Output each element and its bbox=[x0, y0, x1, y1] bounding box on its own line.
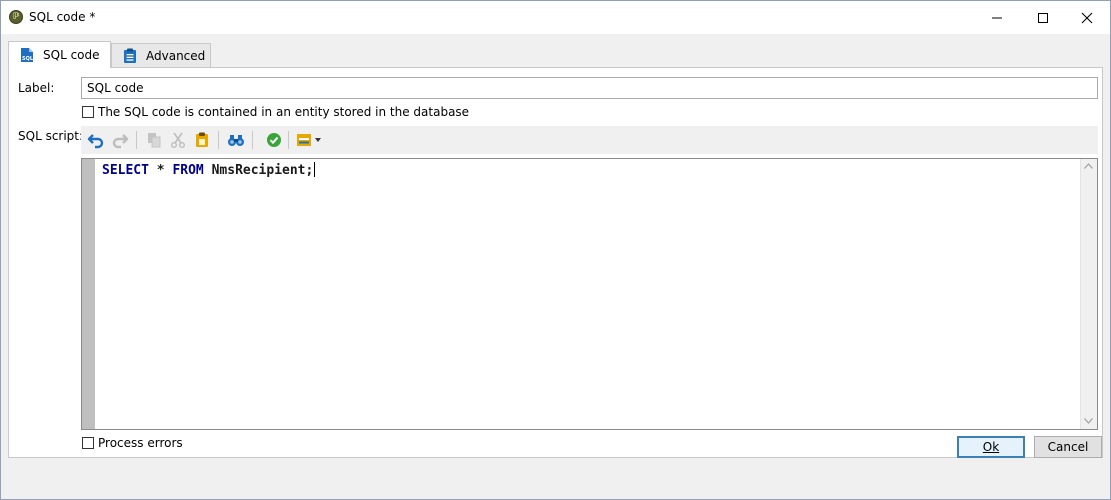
cut-button[interactable] bbox=[167, 129, 189, 151]
close-button[interactable] bbox=[1064, 1, 1110, 34]
sql-editor[interactable]: SELECT * FROM NmsRecipient; bbox=[81, 158, 1098, 430]
toolbar-separator bbox=[136, 131, 137, 149]
paste-button[interactable] bbox=[191, 129, 213, 151]
text-caret bbox=[314, 162, 316, 177]
sql-code-panel: Label: SQL code The SQL code is containe… bbox=[8, 67, 1103, 458]
svg-text:SQL: SQL bbox=[22, 56, 34, 62]
sql-text: NmsRecipient; bbox=[203, 163, 314, 178]
tab-label: Advanced bbox=[146, 48, 206, 63]
process-errors-checkbox[interactable] bbox=[82, 437, 94, 449]
paste-icon bbox=[196, 132, 208, 147]
copy-icon bbox=[148, 133, 161, 148]
label-caption: Label: bbox=[18, 81, 55, 95]
tab-advanced[interactable]: Advanced bbox=[111, 43, 211, 67]
validate-icon bbox=[267, 133, 281, 147]
toolbar-separator bbox=[252, 131, 253, 149]
cancel-button-label: Cancel bbox=[1047, 440, 1089, 454]
editor-gutter bbox=[82, 159, 95, 429]
clipboard-icon bbox=[122, 48, 138, 64]
close-icon bbox=[1081, 12, 1093, 23]
redo-icon bbox=[112, 134, 129, 149]
entity-checkbox[interactable] bbox=[82, 106, 94, 118]
sql-script-caption: SQL script: bbox=[18, 129, 84, 143]
window-title: SQL code * bbox=[29, 10, 96, 24]
redo-button[interactable] bbox=[109, 129, 131, 151]
label-input[interactable]: SQL code bbox=[81, 77, 1098, 99]
find-button[interactable] bbox=[225, 129, 247, 151]
scroll-down-icon bbox=[1084, 418, 1093, 424]
tab-label: SQL code bbox=[43, 48, 100, 62]
cut-icon bbox=[171, 132, 185, 148]
title-bar[interactable]: ℙ SQL code * bbox=[1, 1, 1110, 34]
find-icon bbox=[228, 135, 244, 146]
insert-field-dropdown[interactable] bbox=[295, 129, 325, 151]
insert-field-icon bbox=[297, 134, 321, 146]
maximize-button[interactable] bbox=[1020, 1, 1066, 34]
dialog-window: ℙ SQL code * SQL SQL code Advanced Label… bbox=[0, 0, 1111, 500]
ok-button-label: Ok bbox=[982, 440, 1000, 454]
sql-keyword: SELECT bbox=[102, 163, 149, 178]
ok-button[interactable]: Ok bbox=[957, 436, 1025, 458]
maximize-icon bbox=[1038, 12, 1048, 23]
minimize-button[interactable] bbox=[974, 1, 1020, 34]
process-errors-label[interactable]: Process errors bbox=[98, 436, 183, 450]
undo-icon bbox=[87, 134, 104, 149]
undo-button[interactable] bbox=[85, 129, 107, 151]
copy-button[interactable] bbox=[143, 129, 165, 151]
minimize-icon bbox=[992, 17, 1002, 18]
app-logo-icon: ℙ bbox=[9, 10, 23, 24]
validate-button[interactable] bbox=[263, 129, 285, 151]
sql-text: * bbox=[148, 163, 173, 178]
tab-sql-code[interactable]: SQL SQL code bbox=[8, 41, 111, 68]
sql-file-icon: SQL bbox=[19, 47, 35, 63]
entity-checkbox-label[interactable]: The SQL code is contained in an entity s… bbox=[98, 105, 469, 119]
vertical-scrollbar[interactable] bbox=[1080, 159, 1097, 429]
toolbar-separator bbox=[288, 131, 289, 149]
editor-toolbar bbox=[81, 126, 1098, 154]
sql-keyword: FROM bbox=[172, 163, 204, 178]
scroll-up-icon bbox=[1084, 163, 1093, 169]
dialog-content: SQL SQL code Advanced Label: SQL code Th… bbox=[8, 34, 1103, 458]
sql-code-text[interactable]: SELECT * FROM NmsRecipient; bbox=[102, 162, 316, 178]
toolbar-separator bbox=[218, 131, 219, 149]
cancel-button[interactable]: Cancel bbox=[1034, 436, 1102, 458]
